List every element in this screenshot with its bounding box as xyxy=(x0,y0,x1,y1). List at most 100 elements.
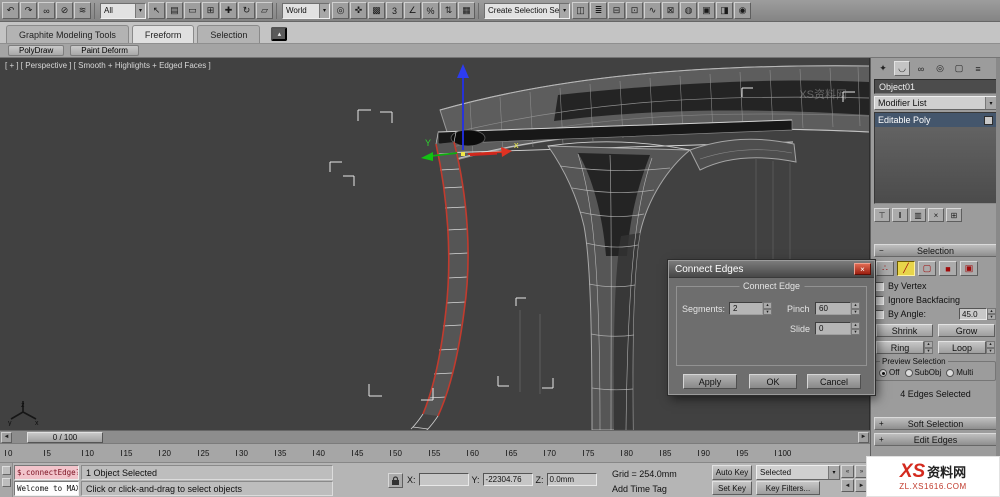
display-tab-icon[interactable]: ▢ xyxy=(951,61,967,76)
modifier-stack-row[interactable]: Editable Poly xyxy=(875,113,996,127)
select-and-link-icon[interactable]: ∞ xyxy=(38,2,55,19)
pin-stack-icon[interactable]: ⊤ xyxy=(874,208,890,222)
listener-gutter-icon[interactable] xyxy=(1,478,11,487)
edge-icon[interactable]: ╱ xyxy=(897,261,915,276)
track-right-arrow[interactable]: ► xyxy=(858,431,869,443)
layer-manager-icon[interactable]: ⊟ xyxy=(608,2,625,19)
ribbon-tab[interactable]: Freeform xyxy=(131,25,195,43)
spinner-down-icon[interactable]: ▾ xyxy=(986,347,995,354)
angle-snap-icon[interactable]: ∠ xyxy=(404,2,421,19)
auto-key-button[interactable]: Auto Key xyxy=(712,465,752,480)
by-angle-value-field[interactable]: 45.0 xyxy=(959,308,987,320)
chevron-down-icon[interactable]: ▾ xyxy=(135,3,145,18)
loop-button[interactable]: Loop xyxy=(938,341,986,354)
unlink-selection-icon[interactable]: ⊘ xyxy=(56,2,73,19)
spinner-down-icon[interactable]: ▾ xyxy=(851,328,860,335)
select-scale-icon[interactable]: ▱ xyxy=(256,2,273,19)
listener-gutter-icon[interactable] xyxy=(1,466,11,475)
by-angle-checkbox[interactable] xyxy=(875,309,884,319)
snaps-toggle-icon[interactable]: 3 xyxy=(386,2,403,19)
dialog-title-bar[interactable]: Connect Edges × xyxy=(669,261,874,278)
cancel-button[interactable]: Cancel xyxy=(807,374,861,389)
chevron-down-icon[interactable]: ▾ xyxy=(319,3,329,18)
chevron-down-icon[interactable]: ▾ xyxy=(828,466,839,479)
keyboard-override-icon[interactable]: ▩ xyxy=(368,2,385,19)
selection-filter-dropdown[interactable]: All ▾ xyxy=(100,2,146,19)
graphite-toggle-icon[interactable]: ⊡ xyxy=(626,2,643,19)
element-icon[interactable]: ▣ xyxy=(960,261,978,276)
schematic-view-icon[interactable]: ⊠ xyxy=(662,2,679,19)
align-icon[interactable]: ≣ xyxy=(590,2,607,19)
spinner-snap-icon[interactable]: ⇅ xyxy=(440,2,457,19)
grow-button[interactable]: Grow xyxy=(938,324,995,337)
create-tab-icon[interactable]: ✦ xyxy=(875,61,891,76)
ribbon-panel-button[interactable]: Paint Deform xyxy=(70,45,139,56)
x-coord-field[interactable] xyxy=(418,473,469,486)
play-backward-button[interactable]: ◄ xyxy=(841,479,854,492)
radio-icon[interactable] xyxy=(904,368,913,377)
ring-button[interactable]: Ring xyxy=(876,341,924,354)
segments-field[interactable]: 2 xyxy=(729,302,763,315)
add-time-tag[interactable]: Add Time Tag xyxy=(612,484,667,494)
render-production-icon[interactable]: ◉ xyxy=(734,2,751,19)
hierarchy-tab-icon[interactable]: ∞ xyxy=(913,61,929,76)
radio-icon[interactable] xyxy=(946,368,955,377)
ribbon-collapse-button[interactable]: ▴ xyxy=(271,27,288,41)
rendered-frame-icon[interactable]: ◨ xyxy=(716,2,733,19)
preview-radio[interactable]: SubObj xyxy=(904,368,941,377)
subobject-level-icon[interactable] xyxy=(984,115,993,125)
segments-spinner[interactable]: ▴ ▾ xyxy=(763,302,772,315)
y-coord-field[interactable]: -22304.76 xyxy=(482,473,533,486)
track-left-arrow[interactable]: ◄ xyxy=(1,431,12,443)
loop-spinner[interactable]: ▴ ▾ xyxy=(986,341,995,354)
soft-selection-rollout-header[interactable]: + Soft Selection xyxy=(874,417,997,430)
percent-snap-icon[interactable]: % xyxy=(422,2,439,19)
bind-spacewarp-icon[interactable]: ≋ xyxy=(74,2,91,19)
maxscript-listener-line[interactable]: Welcome to MAX! xyxy=(14,481,79,496)
configure-sets-icon[interactable]: ⊞ xyxy=(946,208,962,222)
previous-frame-button[interactable]: « xyxy=(841,465,854,478)
select-rotate-icon[interactable]: ↻ xyxy=(238,2,255,19)
chevron-down-icon[interactable]: ▾ xyxy=(559,3,569,18)
border-icon[interactable]: ▢ xyxy=(918,261,936,276)
object-name-field[interactable]: Object01 xyxy=(874,79,997,94)
key-selection-dropdown[interactable]: Selected ▾ xyxy=(756,465,840,480)
undo-icon[interactable]: ↶ xyxy=(2,2,19,19)
selection-rollout-header[interactable]: − Selection xyxy=(874,244,997,257)
select-move-icon[interactable]: ✚ xyxy=(220,2,237,19)
chevron-down-icon[interactable]: ▾ xyxy=(985,97,996,109)
vertex-icon[interactable]: ∴ xyxy=(876,261,894,276)
ribbon-tab[interactable]: Graphite Modeling Tools xyxy=(6,25,129,43)
spinner-down-icon[interactable]: ▾ xyxy=(851,308,860,315)
material-editor-icon[interactable]: ◍ xyxy=(680,2,697,19)
ribbon-panel-button[interactable]: PolyDraw xyxy=(8,45,65,56)
apply-button[interactable]: Apply xyxy=(683,374,737,389)
remove-modifier-icon[interactable]: × xyxy=(928,208,944,222)
render-setup-icon[interactable]: ▣ xyxy=(698,2,715,19)
ok-button[interactable]: OK xyxy=(749,374,797,389)
make-unique-icon[interactable]: ▥ xyxy=(910,208,926,222)
motion-tab-icon[interactable]: ◎ xyxy=(932,61,948,76)
selection-region-icon[interactable]: ▭ xyxy=(184,2,201,19)
spinner-down-icon[interactable]: ▾ xyxy=(924,347,933,354)
ignore-backfacing-checkbox[interactable] xyxy=(875,295,884,305)
time-slider-handle[interactable]: 0 / 100 xyxy=(27,431,103,443)
edit-edges-rollout-header[interactable]: + Edit Edges xyxy=(874,433,997,446)
by-vertex-checkbox[interactable] xyxy=(875,281,884,291)
slide-field[interactable]: 0 xyxy=(815,322,851,335)
radio-icon[interactable] xyxy=(879,368,887,377)
pivot-center-icon[interactable]: ◎ xyxy=(332,2,349,19)
select-by-name-icon[interactable]: ▤ xyxy=(166,2,183,19)
preview-radio[interactable]: Off xyxy=(879,368,900,377)
z-coord-field[interactable]: 0.0mm xyxy=(546,473,597,486)
selection-lock-button[interactable] xyxy=(388,473,403,488)
curve-editor-icon[interactable]: ∿ xyxy=(644,2,661,19)
maxscript-macro-line[interactable]: $.connectEdge? xyxy=(14,465,79,480)
window-crossing-icon[interactable]: ⊞ xyxy=(202,2,219,19)
modifier-stack[interactable]: Editable Poly xyxy=(874,112,997,204)
preview-radio[interactable]: Multi xyxy=(946,368,973,377)
viewport-label[interactable]: [ + ] [ Perspective ] [ Smooth + Highlig… xyxy=(5,61,211,70)
mirror-icon[interactable]: ◫ xyxy=(572,2,589,19)
close-icon[interactable]: × xyxy=(854,263,871,275)
shrink-button[interactable]: Shrink xyxy=(876,324,933,337)
